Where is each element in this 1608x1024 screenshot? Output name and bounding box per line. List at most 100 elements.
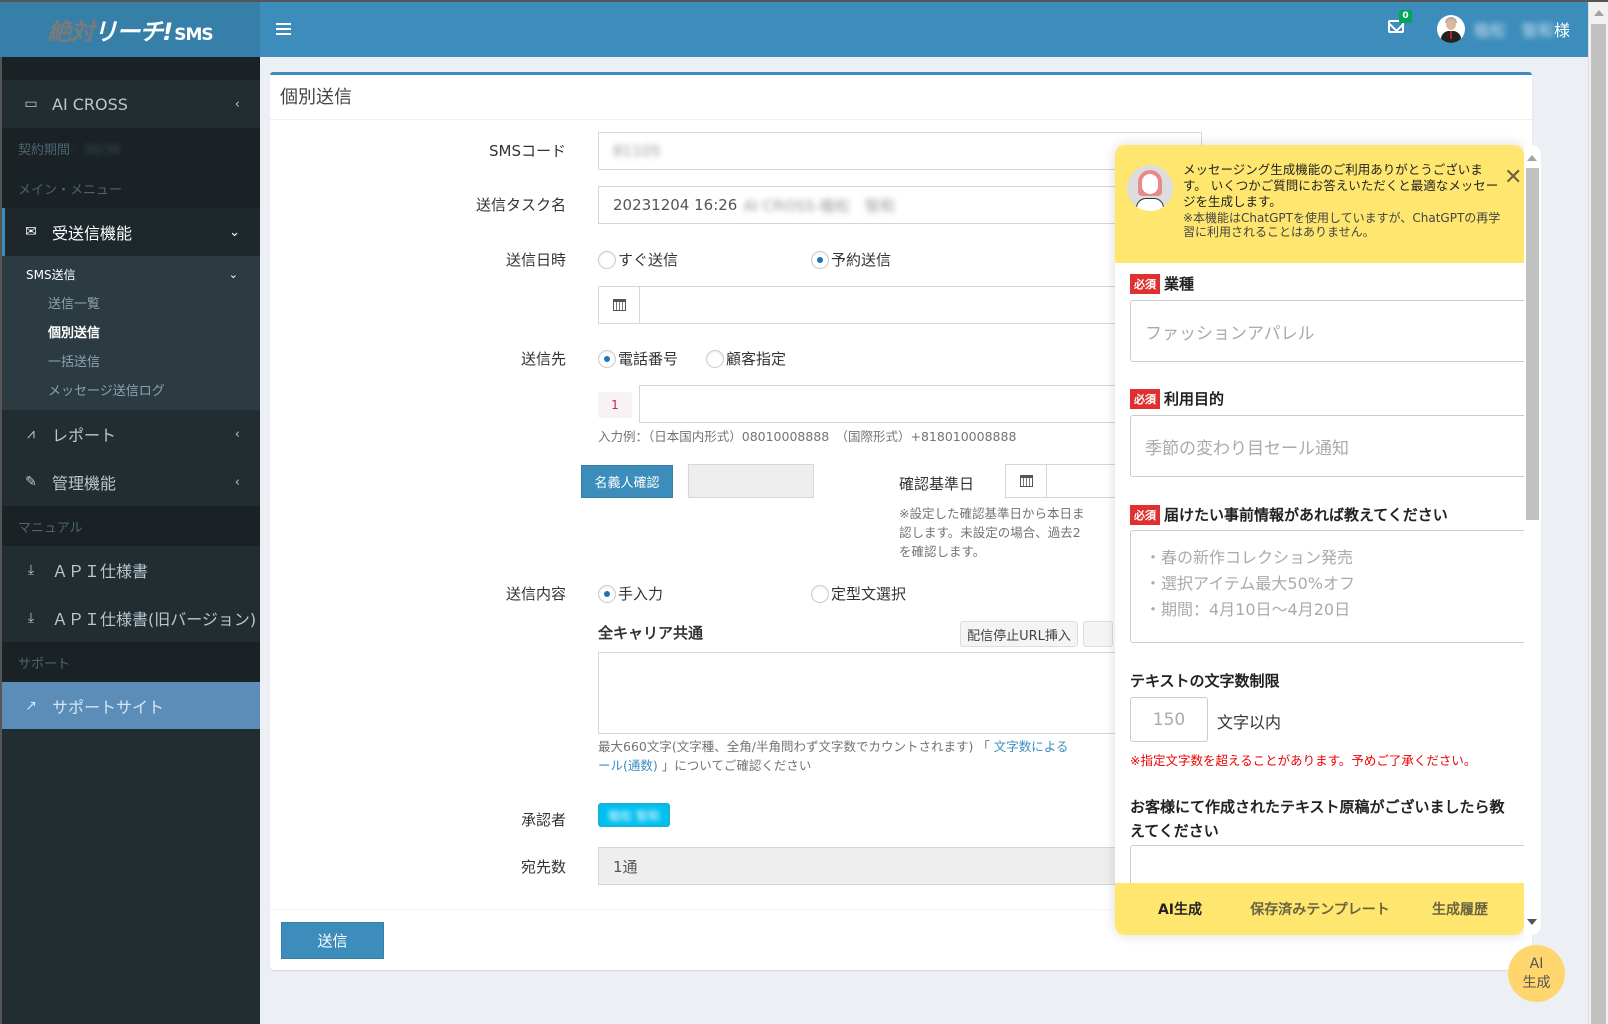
fab-line: AI — [1529, 955, 1544, 972]
sidebar-item-sms-send[interactable]: SMS送信 ⌄ — [2, 260, 260, 288]
task-name-field[interactable]: 20231204 16:26 AI CROSS-植松 智和 — [598, 186, 1202, 224]
tab-ai-generate[interactable]: AI生成 — [1130, 883, 1230, 935]
sidebar-header-main-menu: メイン・メニュー — [2, 168, 260, 208]
sidebar-item-label: SMS送信 — [26, 267, 76, 282]
page-scrollbar[interactable] — [1588, 2, 1608, 1024]
page-title: 個別送信 — [270, 75, 1532, 120]
approver-name: 植松 智和 — [608, 808, 660, 823]
approver-label: 承認者 — [520, 811, 566, 829]
tab-saved-templates[interactable]: 保存済みテンプレート — [1230, 883, 1410, 935]
radio-content-template[interactable]: 定型文選択 — [811, 583, 906, 604]
holder-check-result — [688, 464, 814, 498]
sms-code-field[interactable]: 81105 — [598, 132, 1202, 170]
menu-toggle-icon[interactable] — [276, 23, 291, 35]
label-text: 届けたい事前情報があれば教えてください — [1164, 506, 1448, 524]
ai-intro: メッセージング生成機能のご利用ありがとうございます。 いくつかご質問にお答えいた… — [1183, 162, 1501, 239]
radio-recipient-customer[interactable]: 顧客指定 — [706, 348, 786, 369]
ai-panel-scrollbar[interactable] — [1524, 145, 1541, 935]
placeholder-line: ・選択アイテム最大50%オフ — [1145, 574, 1355, 593]
radio-label: すぐ送信 — [618, 251, 679, 269]
calendar-icon — [1019, 475, 1033, 487]
user-suffix: 様 — [1554, 21, 1571, 40]
tab-generation-history[interactable]: 生成履歴 — [1410, 883, 1510, 935]
row-number-badge: 1 — [598, 392, 632, 418]
insert-stop-url-button[interactable]: 配信停止URL挿入 — [960, 621, 1078, 647]
sidebar-item-label: 管理機能 — [52, 474, 117, 493]
chevron-down-icon: ⌄ — [228, 267, 238, 281]
note-text: 最大660文字(文字種、全角/半角問わず文字数でカウントされます) 「 — [598, 739, 990, 754]
info-textarea[interactable]: ・春の新作コレクション発売 ・選択アイテム最大50%オフ ・期間：4月10日〜4… — [1130, 530, 1524, 643]
extra-toolbar-button[interactable] — [1083, 621, 1113, 647]
ai-panel-header: メッセージング生成機能のご利用ありがとうございます。 いくつかご質問にお答えいた… — [1115, 145, 1524, 263]
sidebar-item-send-list[interactable]: 送信一覧 — [2, 288, 260, 317]
purpose-label: 必須 利用目的 — [1130, 388, 1224, 409]
sidebar-item-send-log[interactable]: メッセージ送信ログ — [2, 375, 260, 404]
ai-generate-fab[interactable]: AI 生成 — [1508, 945, 1565, 1002]
ai-intro-text: メッセージング生成機能のご利用ありがとうございます。 いくつかご質問にお答えいた… — [1183, 162, 1499, 209]
sidebar-item-messaging[interactable]: ✉ 受送信機能 ⌄ — [2, 208, 260, 256]
sidebar-item-individual-send[interactable]: 個別送信 — [2, 317, 260, 346]
char-limit-label: テキストの文字数制限 — [1130, 672, 1280, 690]
radio-label: 予約送信 — [831, 251, 892, 269]
logo[interactable]: 絶対リーチ! SMS — [0, 2, 260, 57]
holder-check-button[interactable]: 名義人確認 — [581, 465, 673, 498]
check-date-calendar-button[interactable] — [1005, 464, 1047, 498]
draft-label: お客様にて作成されたテキスト原稿がございましたら教えてください — [1130, 798, 1505, 840]
task-name-label: 送信タスク名 — [475, 196, 566, 214]
sidebar: ▭ AI CROSS ‹ 契約期間 ：36/36 メイン・メニュー ✉ 受送信機能… — [0, 57, 260, 1024]
sidebar-item-admin[interactable]: ✎ 管理機能 ‹ — [2, 458, 260, 506]
sms-code-value: 81105 — [613, 142, 661, 160]
check-date-label: 確認基準日 — [899, 475, 975, 493]
external-link-icon: ↗ — [25, 697, 37, 714]
sidebar-item-label: レポート — [52, 426, 117, 445]
recipients-count-field: 1通 — [598, 847, 1202, 885]
top-header: 絶対リーチ! SMS — [0, 2, 1588, 57]
logo-text-2: リーチ! — [93, 18, 173, 46]
sidebar-item-label: ＡＰＩ仕様書(旧バージョン) — [52, 610, 257, 629]
user-avatar[interactable] — [1437, 15, 1465, 43]
mail-count-badge: 0 — [1399, 10, 1412, 23]
sidebar-header-manual: マニュアル — [2, 506, 260, 546]
placeholder: ファッションアパレル — [1145, 323, 1315, 344]
radio-recipient-phone[interactable]: 電話番号 — [598, 348, 678, 369]
message-textarea[interactable] — [598, 652, 1202, 734]
ai-generation-panel: メッセージング生成機能のご利用ありがとうございます。 いくつかご質問にお答えいた… — [1115, 145, 1524, 935]
char-count-link-cont[interactable]: ール(通数) — [598, 758, 658, 773]
sidebar-item-api-spec-old[interactable]: ⤓ ＡＰＩ仕様書(旧バージョン) — [2, 594, 260, 642]
sidebar-item-support-site[interactable]: ↗ サポートサイト — [2, 682, 260, 729]
placeholder-line: ・期間：4月10日〜4月20日 — [1145, 600, 1351, 619]
sms-code-label: SMSコード — [489, 142, 566, 160]
radio-send-scheduled[interactable]: 予約送信 — [811, 249, 891, 270]
industry-input[interactable]: ファッションアパレル — [1130, 300, 1524, 362]
submit-button[interactable]: 送信 — [281, 922, 384, 959]
check-date-note: ※設定した確認基準日から本日ま 認します。未設定の場合、過去2 を確認します。 — [899, 504, 1084, 561]
schedule-calendar-button[interactable] — [598, 286, 640, 324]
required-badge: 必須 — [1130, 388, 1160, 409]
content-label: 送信内容 — [505, 585, 566, 603]
char-limit-warning: ※指定文字数を超えることがあります。予めご了承ください。 — [1130, 753, 1477, 768]
chevron-left-icon: ‹ — [234, 96, 240, 112]
info-label: 必須 届けたい事前情報があれば教えてください — [1130, 504, 1448, 525]
purpose-input[interactable]: 季節の変わり目セール通知 — [1130, 415, 1524, 477]
ai-panel-tabs: AI生成 保存済みテンプレート 生成履歴 — [1115, 883, 1524, 935]
radio-content-manual[interactable]: 手入力 — [598, 583, 663, 604]
line-chart-icon: ⩘ — [27, 426, 35, 442]
chevron-down-icon: ⌄ — [229, 224, 240, 240]
approver-badge[interactable]: 植松 智和 — [598, 803, 670, 827]
task-name-blurred: AI CROSS-植松 智和 — [743, 196, 895, 215]
radio-send-now[interactable]: すぐ送信 — [598, 249, 678, 270]
char-limit-input[interactable]: 150 — [1130, 697, 1208, 742]
close-icon[interactable]: ✕ — [1504, 165, 1522, 190]
recipients-count-value: 1通 — [613, 857, 638, 876]
sidebar-item-company[interactable]: ▭ AI CROSS ‹ — [2, 80, 260, 128]
sms-submenu: SMS送信 ⌄ 送信一覧 個別送信 一括送信 メッセージ送信ログ — [2, 256, 260, 410]
sidebar-item-bulk-send[interactable]: 一括送信 — [2, 346, 260, 375]
char-count-link[interactable]: 文字数による — [994, 739, 1069, 754]
sidebar-item-report[interactable]: ⩘ レポート ‹ — [2, 410, 260, 458]
user-name[interactable]: 植松 智和様 — [1474, 17, 1570, 41]
sidebar-item-api-spec[interactable]: ⤓ ＡＰＩ仕様書 — [2, 546, 260, 594]
industry-label: 必須 業種 — [1130, 273, 1194, 294]
logo-text-3: SMS — [174, 25, 213, 45]
placeholder: 季節の変わり目セール通知 — [1145, 438, 1349, 459]
window-top-border — [0, 0, 1608, 2]
